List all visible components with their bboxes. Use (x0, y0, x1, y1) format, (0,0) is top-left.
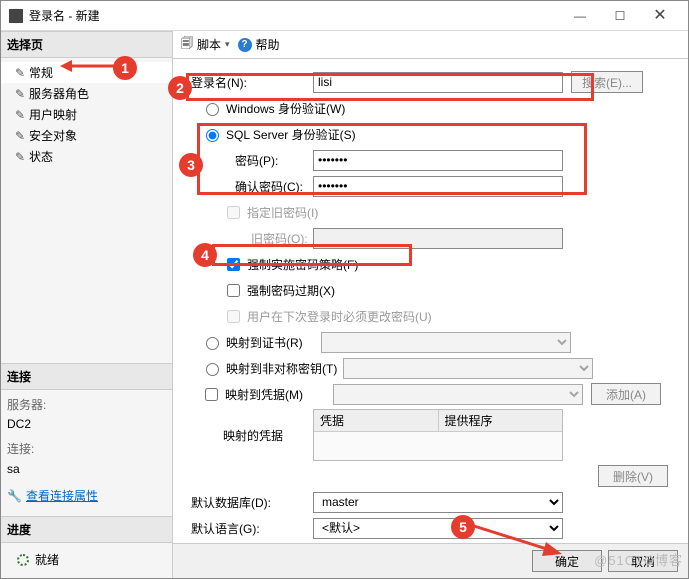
maximize-button[interactable]: ☐ (600, 2, 640, 30)
sidebar-item-general[interactable]: ✎ 常规 (1, 62, 172, 83)
old-password-input (313, 228, 563, 249)
progress-status: 就绪 (1, 543, 172, 578)
app-icon (9, 9, 23, 23)
asymkey-select (343, 358, 593, 379)
main-panel: 🗐脚本▾ ?帮助 登录名(N): 搜索(E)... Windows 身份验证(W… (173, 31, 688, 578)
dialog-window: 登录名 - 新建 — ☐ ✕ 选择页 ✎ 常规 ✎ 服务器角色 ✎ 用户映射 ✎ 安全对… (0, 0, 689, 579)
confirm-password-input[interactable] (313, 176, 563, 197)
title-bar: 登录名 - 新建 — ☐ ✕ (1, 1, 688, 31)
progress-header: 进度 (1, 516, 172, 543)
sidebar: 选择页 ✎ 常规 ✎ 服务器角色 ✎ 用户映射 ✎ 安全对象 ✎ 状态 连接 服务器: D… (1, 31, 173, 578)
add-credential-button: 添加(A) (591, 383, 661, 405)
sidebar-item-label: 常规 (29, 64, 53, 81)
sidebar-item-status[interactable]: ✎ 状态 (1, 146, 172, 167)
map-to-credential-check[interactable]: 映射到凭据(M) (201, 385, 303, 404)
credentials-grid: 凭据提供程序 (313, 409, 563, 461)
enforce-expiration-check[interactable]: 强制密码过期(X) (223, 281, 335, 300)
sidebar-item-server-roles[interactable]: ✎ 服务器角色 (1, 83, 172, 104)
cert-select (321, 332, 571, 353)
default-db-label: 默认数据库(D): (183, 494, 313, 511)
sidebar-item-securables[interactable]: ✎ 安全对象 (1, 125, 172, 146)
password-input[interactable] (313, 150, 563, 171)
script-icon: 🗐 (181, 34, 193, 55)
help-button[interactable]: ?帮助 (238, 36, 280, 53)
connection-header: 连接 (1, 363, 172, 390)
login-name-input[interactable] (313, 72, 563, 93)
enforce-policy-check[interactable]: 强制实施密码策略(F) (223, 255, 358, 274)
wrench-icon: 🔧 (7, 489, 22, 503)
ok-button[interactable]: 确定 (532, 550, 602, 572)
help-icon: ? (238, 38, 252, 52)
specify-old-password-check: 指定旧密码(I) (223, 203, 318, 222)
page-list: ✎ 常规 ✎ 服务器角色 ✎ 用户映射 ✎ 安全对象 ✎ 状态 (1, 58, 172, 179)
windows-auth-radio[interactable]: Windows 身份验证(W) (201, 100, 345, 117)
default-lang-select[interactable]: <默认> (313, 518, 563, 539)
status-text: 就绪 (35, 551, 59, 568)
search-button[interactable]: 搜索(E)... (571, 71, 643, 93)
minimize-button[interactable]: — (560, 2, 600, 30)
login-name-label: 登录名(N): (183, 74, 313, 91)
cancel-button[interactable]: 取消 (608, 550, 678, 572)
remove-credential-button: 删除(V) (598, 465, 668, 487)
page-icon: ✎ (15, 150, 25, 164)
page-icon: ✎ (15, 129, 25, 143)
server-value: DC2 (7, 415, 166, 434)
connection-value: sa (7, 460, 166, 479)
mapped-credentials-label: 映射的凭据 (183, 427, 313, 444)
credential-select (333, 384, 583, 405)
close-button[interactable]: ✕ (640, 2, 680, 30)
sidebar-item-label: 服务器角色 (29, 85, 89, 102)
view-connection-properties-link[interactable]: 查看连接属性 (26, 489, 98, 503)
map-to-asymkey-radio[interactable]: 映射到非对称密钥(T) (201, 360, 337, 377)
toolbar: 🗐脚本▾ ?帮助 (173, 31, 688, 59)
default-db-select[interactable]: master (313, 492, 563, 513)
window-title: 登录名 - 新建 (29, 7, 560, 24)
grid-col-provider: 提供程序 (439, 410, 563, 431)
connection-info: 服务器: DC2 连接: sa 🔧 查看连接属性 (1, 390, 172, 516)
connection-label: 连接: (7, 440, 166, 459)
select-page-header: 选择页 (1, 31, 172, 58)
sidebar-item-label: 安全对象 (29, 127, 77, 144)
server-label: 服务器: (7, 396, 166, 415)
must-change-check: 用户在下次登录时必须更改密码(U) (223, 307, 432, 326)
sql-auth-radio[interactable]: SQL Server 身份验证(S) (201, 126, 356, 143)
map-to-cert-radio[interactable]: 映射到证书(R) (201, 334, 303, 351)
sidebar-item-label: 状态 (29, 148, 53, 165)
default-lang-label: 默认语言(G): (183, 520, 313, 537)
status-icon (17, 554, 29, 566)
dialog-footer: 确定 取消 (173, 543, 688, 578)
chevron-down-icon: ▾ (225, 39, 230, 50)
page-icon: ✎ (15, 108, 25, 122)
form-area: 登录名(N): 搜索(E)... Windows 身份验证(W) SQL Ser… (173, 59, 688, 543)
page-icon: ✎ (15, 66, 25, 80)
script-button[interactable]: 🗐脚本▾ (181, 34, 230, 55)
password-label: 密码(P): (183, 152, 313, 169)
page-icon: ✎ (15, 87, 25, 101)
sidebar-item-user-mapping[interactable]: ✎ 用户映射 (1, 104, 172, 125)
content-area: 选择页 ✎ 常规 ✎ 服务器角色 ✎ 用户映射 ✎ 安全对象 ✎ 状态 连接 服务器: D… (1, 31, 688, 578)
old-password-label: 旧密码(O): (183, 230, 313, 247)
grid-col-credential: 凭据 (314, 410, 439, 431)
confirm-password-label: 确认密码(C): (183, 178, 313, 195)
sidebar-item-label: 用户映射 (29, 106, 77, 123)
